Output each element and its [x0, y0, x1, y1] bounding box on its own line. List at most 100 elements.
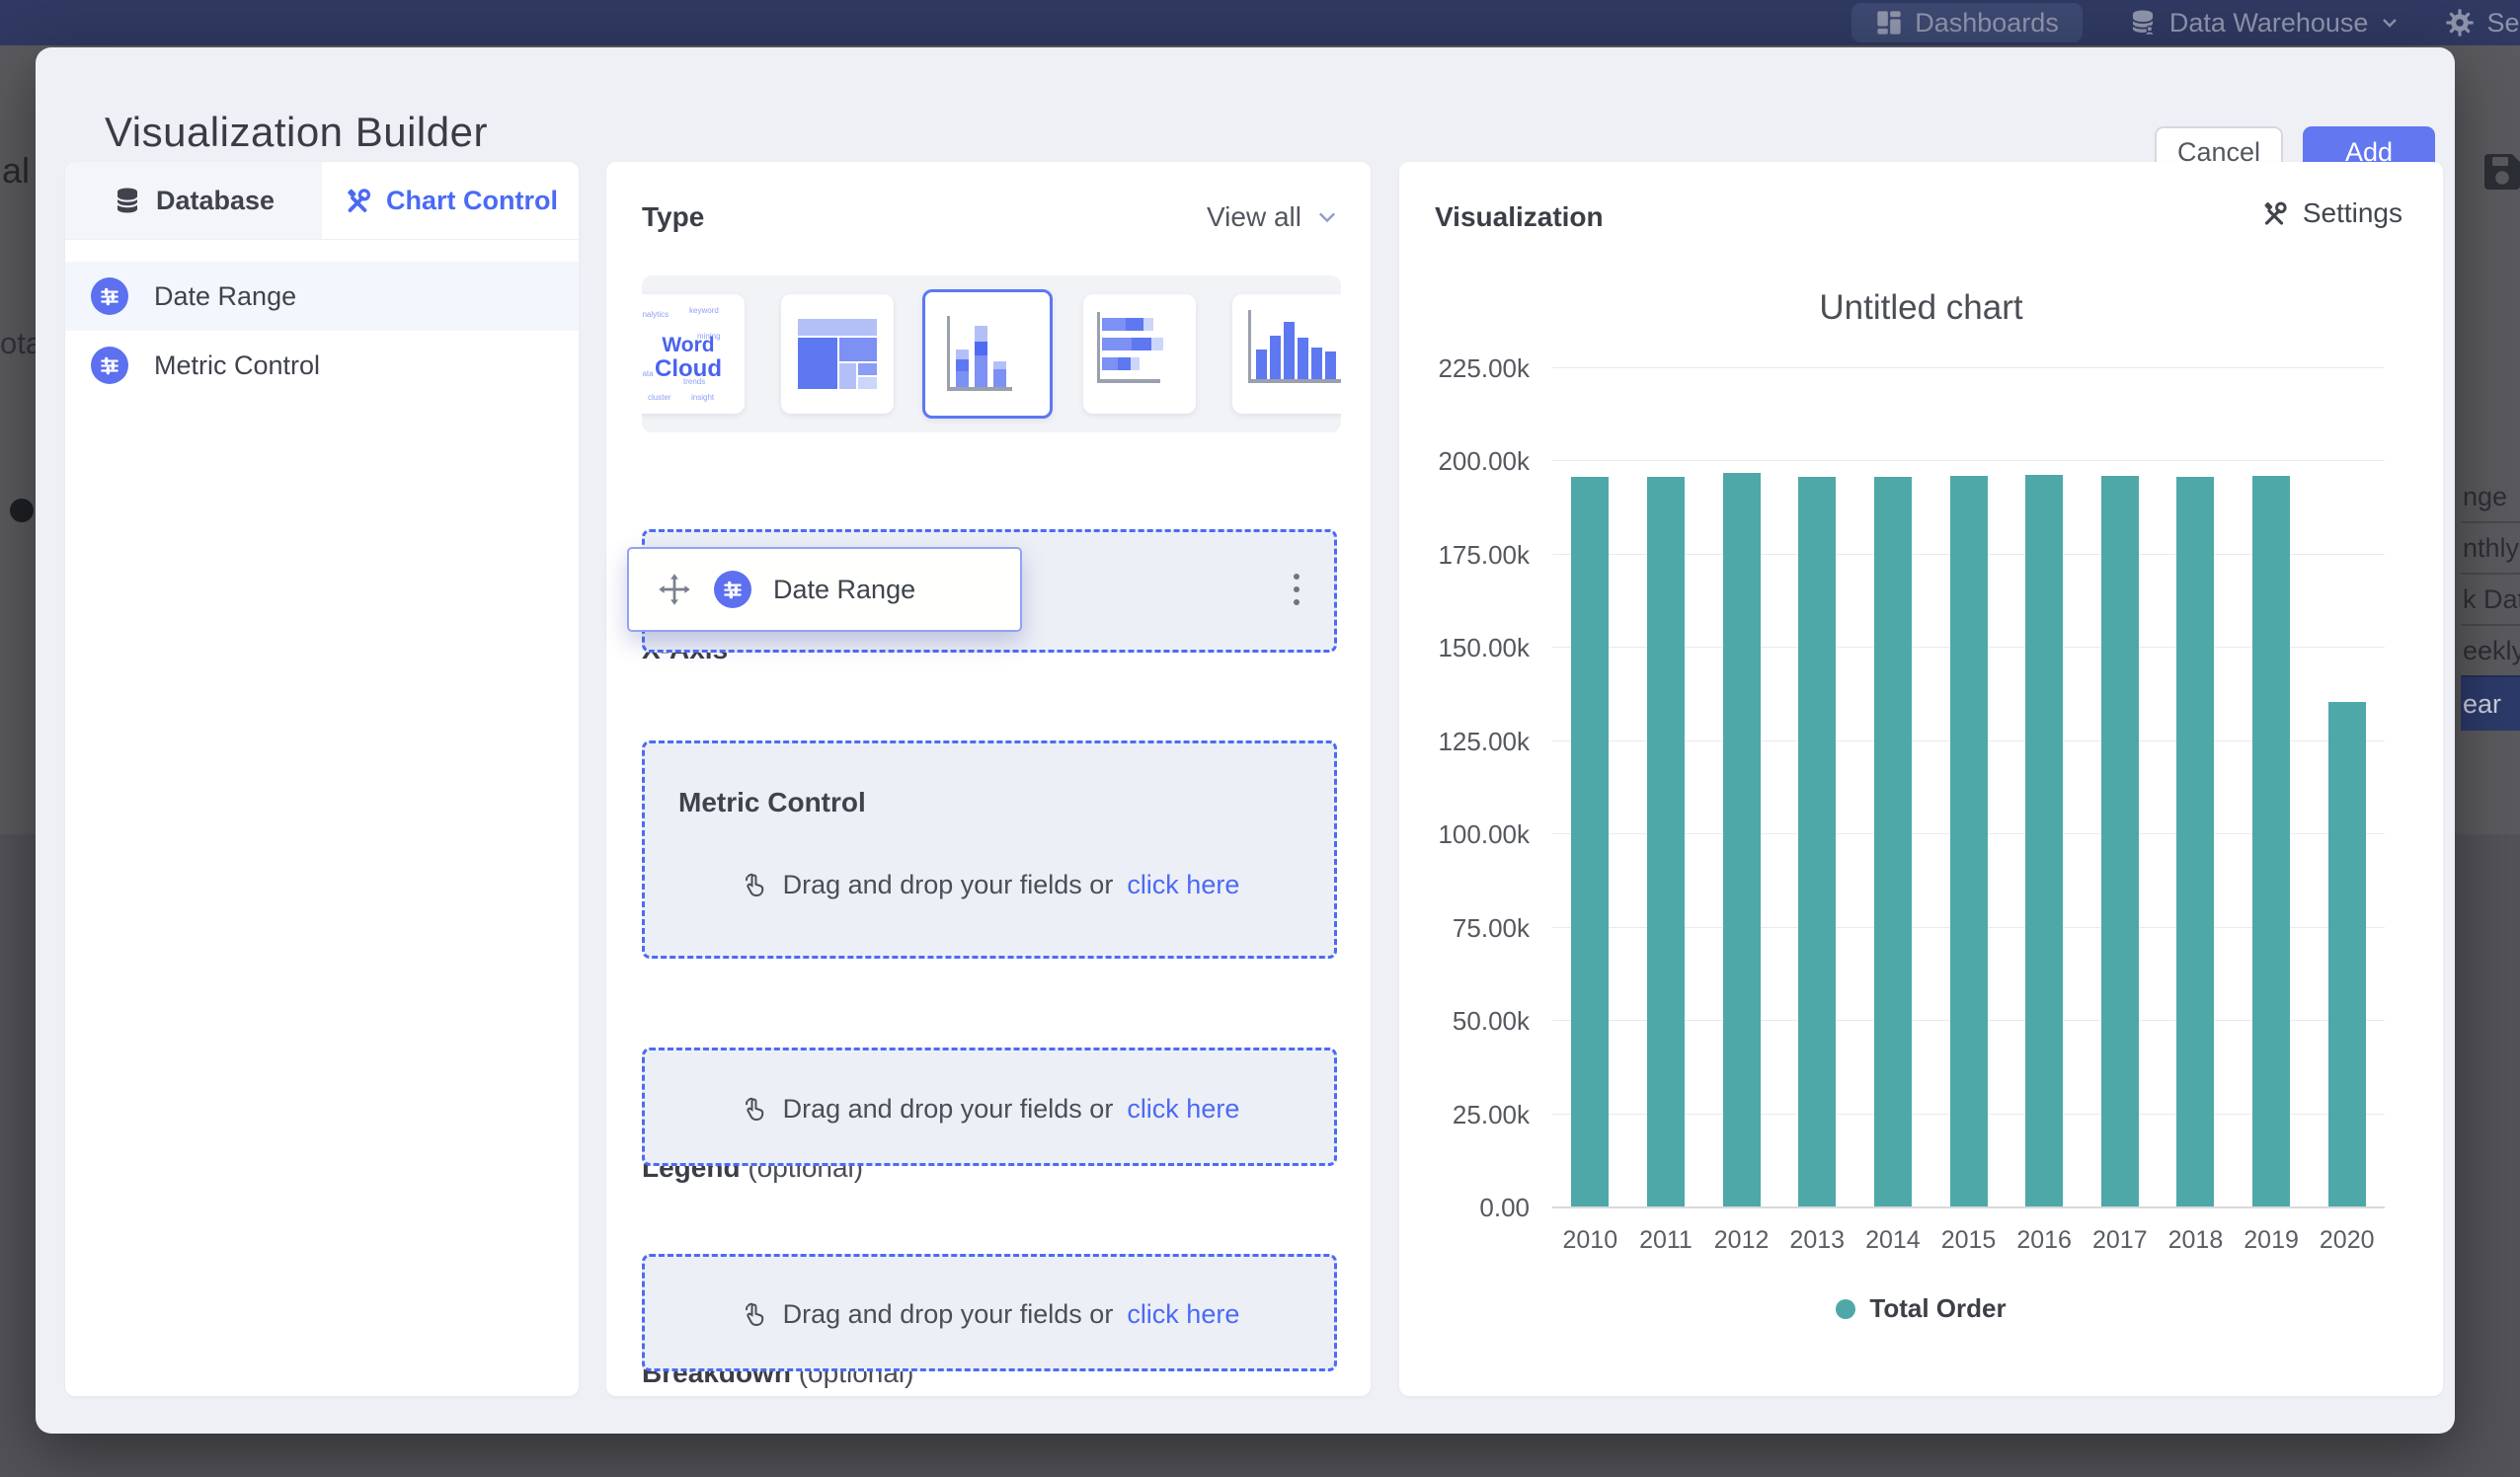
legend-series-label: Total Order	[1869, 1293, 2006, 1324]
tab-database-label: Database	[156, 186, 275, 216]
word-cloud-word2: Cloud	[642, 356, 745, 382]
nav-data-warehouse[interactable]: Data Warehouse	[2128, 8, 2401, 39]
y-axis-tick-label: 100.00k	[1399, 819, 1530, 850]
drop-hint-text: Drag and drop your fields or	[783, 1299, 1114, 1330]
nav-data-warehouse-label: Data Warehouse	[2169, 8, 2369, 39]
chart-gridline	[1552, 367, 2385, 368]
chevron-down-icon	[2380, 13, 2400, 33]
y-axis-tick-label: 225.00k	[1399, 353, 1530, 384]
fields-panel-tabs: Database Chart Control	[65, 162, 579, 240]
bar-2012	[1723, 473, 1761, 1206]
nav-dashboards[interactable]: Dashboards	[1851, 3, 2083, 42]
bar-2020	[2328, 702, 2366, 1207]
breakdown-dropzone[interactable]: Drag and drop your fields or click here	[642, 1254, 1337, 1371]
tab-chart-control[interactable]: Chart Control	[322, 162, 579, 239]
x-axis-tick-label: 2011	[1628, 1226, 1704, 1255]
background-dropdown-menu: ngenthlyk Dateeeklyear	[2461, 472, 2520, 731]
tab-database[interactable]: Database	[65, 162, 322, 239]
chart-type-stacked-column-selected[interactable]	[922, 289, 1053, 419]
click-here-link[interactable]: click here	[1127, 1094, 1239, 1125]
tap-hand-icon	[740, 871, 769, 900]
chevron-down-icon	[1315, 205, 1339, 229]
click-here-link[interactable]: click here	[1127, 1299, 1239, 1330]
background-dropdown-item[interactable]: k Date	[2461, 573, 2520, 624]
x-axis-tick-label: 2013	[1779, 1226, 1855, 1255]
dragged-field-date-range[interactable]: Date Range	[627, 547, 1022, 632]
dashboards-icon	[1875, 9, 1903, 37]
x-axis-tick-label: 2014	[1855, 1226, 1931, 1255]
y-axis-tick-label: 150.00k	[1399, 633, 1530, 663]
chart-legend-total-order[interactable]: Total Order	[1399, 1293, 2443, 1324]
chart-type-histogram[interactable]	[1232, 294, 1341, 414]
click-here-link[interactable]: click here	[1127, 870, 1239, 900]
data-warehouse-icon	[2128, 8, 2158, 38]
bar-2013	[1798, 477, 1836, 1206]
y-axis-tick-label: 25.00k	[1399, 1100, 1530, 1130]
bar-2015	[1950, 476, 1988, 1206]
control-sliders-icon	[91, 277, 128, 315]
x-axis-tick-label: 2010	[1552, 1226, 1628, 1255]
visualization-heading: Visualization	[1435, 201, 1604, 233]
x-axis-tick-label: 2012	[1703, 1226, 1779, 1255]
legend-dropzone[interactable]: Drag and drop your fields or click here	[642, 1048, 1337, 1166]
word-cloud-small-word: insight	[691, 393, 714, 402]
save-icon[interactable]	[2479, 148, 2520, 195]
field-item-label: Date Range	[154, 281, 296, 312]
chart-title: Untitled chart	[1399, 288, 2443, 328]
x-axis-tick-label: 2016	[2007, 1226, 2083, 1255]
word-cloud-small-word: keyword	[689, 306, 719, 315]
view-all-dropdown[interactable]: View all	[1207, 201, 1339, 233]
nav-dashboards-label: Dashboards	[1915, 8, 2059, 39]
control-sliders-icon	[714, 571, 751, 608]
bar-2014	[1874, 477, 1912, 1206]
x-axis-options-kebab-icon[interactable]	[1282, 565, 1311, 614]
x-axis-tick-label: 2018	[2158, 1226, 2234, 1255]
visualization-builder-modal: Visualization Builder Cancel Add Databas…	[36, 47, 2455, 1434]
chart-type-word-cloud[interactable]: analyticskeywordminingdatatrendsclusteri…	[642, 294, 745, 414]
chart-settings-button[interactable]: Settings	[2259, 197, 2402, 229]
tab-chart-control-label: Chart Control	[386, 186, 558, 216]
y-axis-tick-label: 175.00k	[1399, 540, 1530, 571]
y-axis-tick-label: 0.00	[1399, 1193, 1530, 1223]
y-axis-zone-title: Metric Control	[678, 787, 866, 818]
background-cut-text-1: al	[2, 150, 30, 192]
bar-2011	[1647, 477, 1685, 1206]
visualization-panel: Visualization Settings Untitled chart 22…	[1399, 162, 2443, 1396]
chart-settings-label: Settings	[2303, 197, 2402, 229]
legend-marker-dot	[1836, 1299, 1855, 1319]
background-dropdown-item[interactable]: ear	[2461, 675, 2520, 731]
builder-panel: Type View all analyticskeywordminingdata…	[606, 162, 1371, 1396]
fields-panel: Database Chart Control Date Range Metric…	[65, 162, 579, 1396]
bar-2019	[2252, 476, 2290, 1206]
bar-2017	[2101, 476, 2139, 1206]
x-axis-tick-label: 2017	[2082, 1226, 2158, 1255]
y-axis-dropzone[interactable]: Metric Control Drag and drop your fields…	[642, 740, 1337, 959]
chart-type-strip: analyticskeywordminingdatatrendsclusteri…	[642, 275, 1341, 432]
crossed-tools-icon	[2259, 198, 2289, 228]
field-item-label: Metric Control	[154, 350, 320, 381]
dragged-field-label: Date Range	[773, 575, 915, 605]
bar-2018	[2176, 477, 2214, 1206]
top-nav-bar: Dashboards Data Warehouse Settings	[0, 0, 2520, 45]
database-icon	[113, 186, 142, 215]
y-axis-tick-label: 75.00k	[1399, 913, 1530, 944]
x-axis-tick-label: 2020	[2309, 1226, 2385, 1255]
bar-2010	[1571, 477, 1609, 1206]
background-dropdown-item[interactable]: eekly	[2461, 624, 2520, 675]
background-dropdown-item[interactable]: nthly	[2461, 521, 2520, 573]
type-heading: Type	[642, 201, 704, 233]
chart-type-stacked-bar[interactable]	[1083, 294, 1196, 414]
field-item-date-range[interactable]: Date Range	[65, 262, 579, 331]
y-axis-tick-label: 50.00k	[1399, 1006, 1530, 1037]
chart-gridline	[1552, 460, 2385, 461]
nav-settings[interactable]: Settings	[2445, 8, 2520, 39]
field-item-metric-control[interactable]: Metric Control	[65, 331, 579, 400]
x-axis-tick-label: 2019	[2234, 1226, 2310, 1255]
drop-hint-text: Drag and drop your fields or	[783, 1094, 1114, 1125]
tools-icon	[343, 186, 372, 215]
background-dropdown-item[interactable]: nge	[2461, 472, 2520, 521]
move-icon	[657, 572, 692, 607]
chart-type-treemap[interactable]	[781, 294, 894, 414]
modal-title: Visualization Builder	[105, 109, 488, 156]
y-axis-tick-label: 125.00k	[1399, 727, 1530, 757]
